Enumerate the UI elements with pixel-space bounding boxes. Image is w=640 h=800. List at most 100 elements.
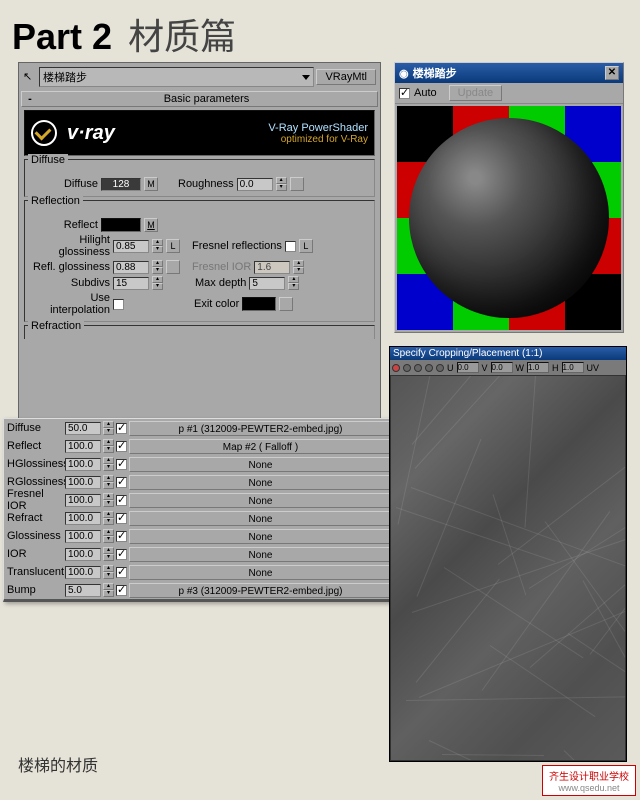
vray-banner: v·ray V-Ray PowerShader optimized for V-… bbox=[24, 110, 375, 156]
map-enable-checkbox[interactable] bbox=[116, 531, 127, 542]
map-spinner[interactable]: ▴▾ bbox=[103, 421, 114, 435]
maps-table: Diffuse 50.0 ▴▾ p #1 (312009-PEWTER2-emb… bbox=[3, 418, 398, 602]
map-spinner[interactable]: ▴▾ bbox=[103, 457, 114, 471]
refl-glossiness-input[interactable]: 0.88 bbox=[113, 261, 149, 274]
fresnel-lock-button[interactable]: L bbox=[299, 239, 313, 253]
vray-logo-icon bbox=[31, 120, 57, 146]
map-amount-input[interactable]: 100.0 bbox=[65, 512, 101, 525]
basic-params-header[interactable]: -Basic parameters bbox=[21, 91, 378, 107]
crop-mode-icon[interactable] bbox=[392, 364, 400, 372]
crop-w-input[interactable]: 1.0 bbox=[527, 362, 549, 373]
map-label: Diffuse bbox=[7, 422, 63, 434]
map-amount-input[interactable]: 100.0 bbox=[65, 440, 101, 453]
material-preview-window: ◉ 楼梯踏步 ✕ Auto Update bbox=[394, 62, 624, 333]
hilight-glossiness-input[interactable]: 0.85 bbox=[113, 240, 149, 253]
reflect-map-button[interactable]: M bbox=[144, 218, 158, 232]
roughness-spinner[interactable]: ▴▾ bbox=[276, 177, 287, 191]
map-spinner[interactable]: ▴▾ bbox=[103, 529, 114, 543]
watermark: 齐生设计职业学校 www.qsedu.net bbox=[542, 765, 636, 796]
map-amount-input[interactable]: 5.0 bbox=[65, 584, 101, 597]
map-row: IOR 100.0 ▴▾ None bbox=[4, 545, 395, 563]
fresnel-checkbox[interactable] bbox=[285, 241, 296, 252]
cropping-window: Specify Cropping/Placement (1:1) U0.0 V0… bbox=[389, 346, 627, 762]
map-amount-input[interactable]: 100.0 bbox=[65, 548, 101, 561]
map-row: HGlossiness 100.0 ▴▾ None bbox=[4, 455, 395, 473]
crop-h-input[interactable]: 1.0 bbox=[562, 362, 584, 373]
map-row: Fresnel IOR 100.0 ▴▾ None bbox=[4, 491, 395, 509]
map-row: Reflect 100.0 ▴▾ Map #2 ( Falloff ) bbox=[4, 437, 395, 455]
diffuse-map-button[interactable]: M bbox=[144, 177, 158, 191]
map-spinner[interactable]: ▴▾ bbox=[103, 493, 114, 507]
map-spinner[interactable]: ▴▾ bbox=[103, 439, 114, 453]
title-chinese: 材质篇 bbox=[128, 16, 236, 57]
map-label: Translucent bbox=[7, 566, 63, 578]
map-label: Glossiness bbox=[7, 530, 63, 542]
map-amount-input[interactable]: 100.0 bbox=[65, 458, 101, 471]
map-label: Fresnel IOR bbox=[7, 488, 63, 512]
map-row: Refract 100.0 ▴▾ None bbox=[4, 509, 395, 527]
map-spinner[interactable]: ▴▾ bbox=[103, 475, 114, 489]
map-slot-button[interactable]: None bbox=[129, 493, 392, 508]
map-enable-checkbox[interactable] bbox=[116, 477, 127, 488]
refraction-group: Refraction bbox=[24, 325, 375, 339]
reflection-group: Reflection Reflect M Hilight glossiness … bbox=[24, 200, 375, 322]
crop-u-input[interactable]: 0.0 bbox=[457, 362, 479, 373]
map-amount-input[interactable]: 100.0 bbox=[65, 530, 101, 543]
map-amount-input[interactable]: 100.0 bbox=[65, 566, 101, 579]
hilight-lock-button[interactable]: L bbox=[166, 239, 180, 253]
map-spinner[interactable]: ▴▾ bbox=[103, 547, 114, 561]
diffuse-swatch[interactable]: 128 bbox=[101, 178, 141, 191]
map-enable-checkbox[interactable] bbox=[116, 567, 127, 578]
map-label: Reflect bbox=[7, 440, 63, 452]
map-slot-button[interactable]: Map #2 ( Falloff ) bbox=[129, 439, 392, 454]
preview-viewport bbox=[397, 106, 621, 330]
subdivs-input[interactable]: 15 bbox=[113, 277, 149, 290]
title-part: Part 2 bbox=[12, 16, 112, 57]
pick-icon[interactable]: ↖ bbox=[23, 70, 37, 84]
map-amount-input[interactable]: 100.0 bbox=[65, 476, 101, 489]
map-label: Refract bbox=[7, 512, 63, 524]
map-slot-button[interactable]: None bbox=[129, 457, 392, 472]
exit-color-swatch[interactable] bbox=[242, 297, 276, 311]
crop-v-input[interactable]: 0.0 bbox=[491, 362, 513, 373]
map-enable-checkbox[interactable] bbox=[116, 459, 127, 470]
crop-titlebar[interactable]: Specify Cropping/Placement (1:1) bbox=[390, 347, 626, 360]
auto-checkbox[interactable] bbox=[399, 88, 410, 99]
map-label: IOR bbox=[7, 548, 63, 560]
close-icon[interactable]: ✕ bbox=[605, 66, 619, 80]
map-enable-checkbox[interactable] bbox=[116, 441, 127, 452]
map-enable-checkbox[interactable] bbox=[116, 495, 127, 506]
map-enable-checkbox[interactable] bbox=[116, 423, 127, 434]
map-slot-button[interactable]: None bbox=[129, 565, 392, 580]
fresnel-ior-input: 1.6 bbox=[254, 261, 290, 274]
map-spinner[interactable]: ▴▾ bbox=[103, 583, 114, 597]
chevron-down-icon bbox=[302, 75, 310, 80]
reflect-swatch[interactable] bbox=[101, 218, 141, 232]
map-row: Diffuse 50.0 ▴▾ p #1 (312009-PEWTER2-emb… bbox=[4, 419, 395, 437]
roughness-map-button[interactable] bbox=[290, 177, 304, 191]
map-row: Bump 5.0 ▴▾ p #3 (312009-PEWTER2-embed.j… bbox=[4, 581, 395, 599]
max-depth-input[interactable]: 5 bbox=[249, 277, 285, 290]
map-slot-button[interactable]: None bbox=[129, 529, 392, 544]
material-type-button[interactable]: VRayMtl bbox=[316, 69, 376, 85]
update-button[interactable]: Update bbox=[449, 85, 502, 101]
map-slot-button[interactable]: None bbox=[129, 475, 392, 490]
map-slot-button[interactable]: p #3 (312009-PEWTER2-embed.jpg) bbox=[129, 583, 392, 598]
map-row: Glossiness 100.0 ▴▾ None bbox=[4, 527, 395, 545]
map-label: HGlossiness bbox=[7, 458, 63, 470]
map-enable-checkbox[interactable] bbox=[116, 585, 127, 596]
map-spinner[interactable]: ▴▾ bbox=[103, 511, 114, 525]
map-amount-input[interactable]: 100.0 bbox=[65, 494, 101, 507]
preview-titlebar[interactable]: ◉ 楼梯踏步 ✕ bbox=[395, 63, 623, 83]
map-slot-button[interactable]: None bbox=[129, 511, 392, 526]
map-spinner[interactable]: ▴▾ bbox=[103, 565, 114, 579]
material-name-dropdown[interactable]: 楼梯踏步 bbox=[39, 67, 314, 87]
map-enable-checkbox[interactable] bbox=[116, 513, 127, 524]
crop-viewport[interactable] bbox=[391, 376, 625, 760]
map-slot-button[interactable]: p #1 (312009-PEWTER2-embed.jpg) bbox=[129, 421, 392, 436]
map-enable-checkbox[interactable] bbox=[116, 549, 127, 560]
interpolation-checkbox[interactable] bbox=[113, 299, 124, 310]
map-amount-input[interactable]: 50.0 bbox=[65, 422, 101, 435]
roughness-input[interactable]: 0.0 bbox=[237, 178, 273, 191]
map-slot-button[interactable]: None bbox=[129, 547, 392, 562]
